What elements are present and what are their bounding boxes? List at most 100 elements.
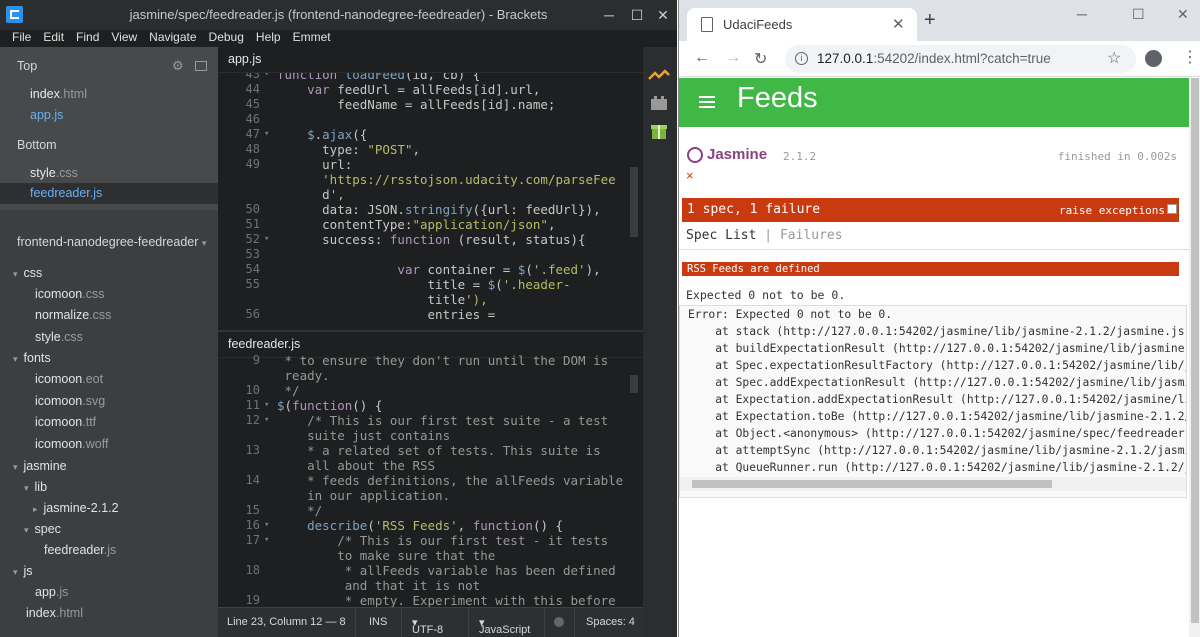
new-tab-icon[interactable]: + xyxy=(924,10,936,30)
tree-file[interactable]: icomoon.css xyxy=(35,287,104,301)
code-line[interactable]: 12 ▾ /* This is our first test suite - a … xyxy=(218,413,630,428)
code-line[interactable]: 45 feedName = allFeeds[id].name; xyxy=(218,97,630,112)
fold-icon[interactable]: ▾ xyxy=(264,73,274,82)
code-line[interactable]: d', xyxy=(218,187,630,202)
back-icon[interactable]: ← xyxy=(694,49,710,67)
reload-icon[interactable]: ↻ xyxy=(754,49,767,69)
menu-view[interactable]: View xyxy=(105,28,143,47)
code-line[interactable]: 52 ▾ success: function (result, status){ xyxy=(218,232,630,247)
working-file-index[interactable]: index.html xyxy=(30,87,87,101)
tree-file[interactable]: app.js xyxy=(35,585,68,599)
tree-file[interactable]: index.html xyxy=(26,606,83,620)
code-line[interactable]: 50 data: JSON.stringify({url: feedUrl}), xyxy=(218,202,630,217)
failures-link[interactable]: Failures xyxy=(780,228,843,243)
menu-find[interactable]: Find xyxy=(70,28,105,47)
code-line[interactable]: 56 entries = xyxy=(218,307,630,322)
code-line[interactable]: 55 title = $('.header- xyxy=(218,277,630,292)
tab-app-js[interactable]: app.js xyxy=(218,47,643,73)
live-preview-icon[interactable] xyxy=(648,67,670,85)
info-icon[interactable]: i xyxy=(795,52,808,65)
tree-folder-fonts[interactable]: ▾ fonts xyxy=(13,351,51,365)
code-line[interactable]: 13 * a related set of tests. This suite … xyxy=(218,443,630,458)
code-line[interactable]: 10 */ xyxy=(218,383,630,398)
bottom-pane-scrollbar[interactable] xyxy=(630,375,638,393)
code-line[interactable]: 19 * empty. Experiment with this before xyxy=(218,593,630,607)
tree-file[interactable]: feedreader.js xyxy=(44,543,116,557)
browser-tab[interactable]: UdaciFeeds ✕ xyxy=(687,8,917,41)
bookmark-star-icon[interactable]: ☆ xyxy=(1107,48,1121,68)
working-file-app[interactable]: app.js xyxy=(30,108,63,122)
code-line[interactable]: 16 ▾ describe('RSS Feeds', function() { xyxy=(218,518,630,533)
tree-folder-css[interactable]: ▾ css xyxy=(13,266,42,280)
maximize-icon[interactable]: ☐ xyxy=(1132,6,1145,23)
code-line[interactable]: ready. xyxy=(218,368,630,383)
page-scrollbar[interactable] xyxy=(1189,78,1200,637)
gear-icon[interactable]: ⚙ xyxy=(172,58,184,74)
code-line[interactable]: to make sure that the xyxy=(218,548,630,563)
code-line[interactable]: 48 type: "POST", xyxy=(218,142,630,157)
raise-exceptions-checkbox[interactable] xyxy=(1167,204,1177,214)
minimize-icon[interactable]: ─ xyxy=(1077,6,1087,22)
tree-folder-jasmine[interactable]: ▾ jasmine xyxy=(13,459,67,473)
failed-spec-name[interactable]: RSS Feeds are defined xyxy=(687,263,820,275)
menu-dots-icon[interactable]: ⋮ xyxy=(1182,47,1198,67)
code-line[interactable]: 44 var feedUrl = allFeeds[id].url, xyxy=(218,82,630,97)
fold-icon[interactable]: ▾ xyxy=(264,533,274,548)
top-pane-scrollbar[interactable] xyxy=(630,167,638,237)
close-icon[interactable]: ✕ xyxy=(648,0,677,30)
menu-debug[interactable]: Debug xyxy=(203,28,250,47)
insert-mode[interactable]: INS xyxy=(369,616,387,628)
extension-icon[interactable] xyxy=(648,122,670,140)
forward-icon[interactable]: → xyxy=(725,49,741,67)
code-line[interactable]: 54 var container = $('.feed'), xyxy=(218,262,630,277)
tree-file[interactable]: icomoon.svg xyxy=(35,394,105,408)
code-line[interactable]: 46 xyxy=(218,112,630,127)
code-line[interactable]: 15 */ xyxy=(218,503,630,518)
code-line[interactable]: 'https://rsstojson.udacity.com/parseFee xyxy=(218,172,630,187)
code-line[interactable]: title'), xyxy=(218,292,630,307)
language-select[interactable]: JavaScript ▾ xyxy=(479,616,530,636)
spec-list-link[interactable]: Spec List xyxy=(686,228,756,243)
code-line[interactable]: in our application. xyxy=(218,488,630,503)
omnibox[interactable]: i 127.0.0.1:54202/index.html?catch=true … xyxy=(785,45,1136,73)
minimize-icon[interactable]: ─ xyxy=(594,0,624,30)
menu-navigate[interactable]: Navigate xyxy=(143,28,202,47)
code-line[interactable]: 49 url: xyxy=(218,157,630,172)
code-line[interactable]: 9 * to ensure they don't run until the D… xyxy=(218,353,630,368)
menu-edit[interactable]: Edit xyxy=(37,28,70,47)
code-line[interactable]: 11 ▾ $(function() { xyxy=(218,398,630,413)
menu-help[interactable]: Help xyxy=(250,28,287,47)
working-file-feedreader[interactable]: feedreader.js xyxy=(30,186,102,200)
tree-folder-js[interactable]: ▾ js xyxy=(13,564,33,578)
profile-avatar-icon[interactable] xyxy=(1145,50,1162,67)
working-file-style[interactable]: style.css xyxy=(30,166,78,180)
indent-setting[interactable]: Spaces: 4 xyxy=(586,616,635,628)
code-line[interactable]: 17 ▾ /* This is our first test - it tests xyxy=(218,533,630,548)
failed-spec-marker[interactable]: × xyxy=(686,168,694,183)
code-line[interactable]: and that it is not xyxy=(218,578,630,593)
code-line[interactable]: suite just contains xyxy=(218,428,630,443)
code-line[interactable]: 14 * feeds definitions, the allFeeds var… xyxy=(218,473,630,488)
tree-file[interactable]: normalize.css xyxy=(35,308,111,322)
failed-spec-bar[interactable]: RSS Feeds are defined xyxy=(682,262,1179,276)
close-tab-icon[interactable]: ✕ xyxy=(892,15,905,33)
tree-folder-spec[interactable]: ▾ spec xyxy=(24,522,61,536)
tree-folder-jasmine-lib[interactable]: ▸ jasmine-2.1.2 xyxy=(33,501,119,515)
extension-manager-icon[interactable] xyxy=(648,94,670,112)
fold-icon[interactable]: ▾ xyxy=(264,413,274,428)
tree-file[interactable]: icomoon.woff xyxy=(35,437,108,451)
fold-icon[interactable]: ▾ xyxy=(264,398,274,413)
code-pane-top[interactable]: 43 ▾ function loadFeed(id, cb) {44 var fee… xyxy=(218,73,630,329)
menu-icon[interactable] xyxy=(699,96,715,108)
menu-file[interactable]: File xyxy=(0,28,37,47)
code-line[interactable]: 47 ▾ $.ajax({ xyxy=(218,127,630,142)
tree-folder-lib[interactable]: ▾ lib xyxy=(24,480,47,494)
encoding-select[interactable]: UTF-8 ▾ xyxy=(412,616,443,636)
code-line[interactable]: 53 xyxy=(218,247,630,262)
horizontal-scrollbar[interactable] xyxy=(680,477,1186,491)
split-view-icon[interactable] xyxy=(195,61,207,71)
tree-file[interactable]: icomoon.eot xyxy=(35,372,103,386)
code-line[interactable]: all about the RSS xyxy=(218,458,630,473)
tree-file[interactable]: icomoon.ttf xyxy=(35,415,96,429)
url-text[interactable]: 127.0.0.1:54202/index.html?catch=true xyxy=(817,51,1051,66)
